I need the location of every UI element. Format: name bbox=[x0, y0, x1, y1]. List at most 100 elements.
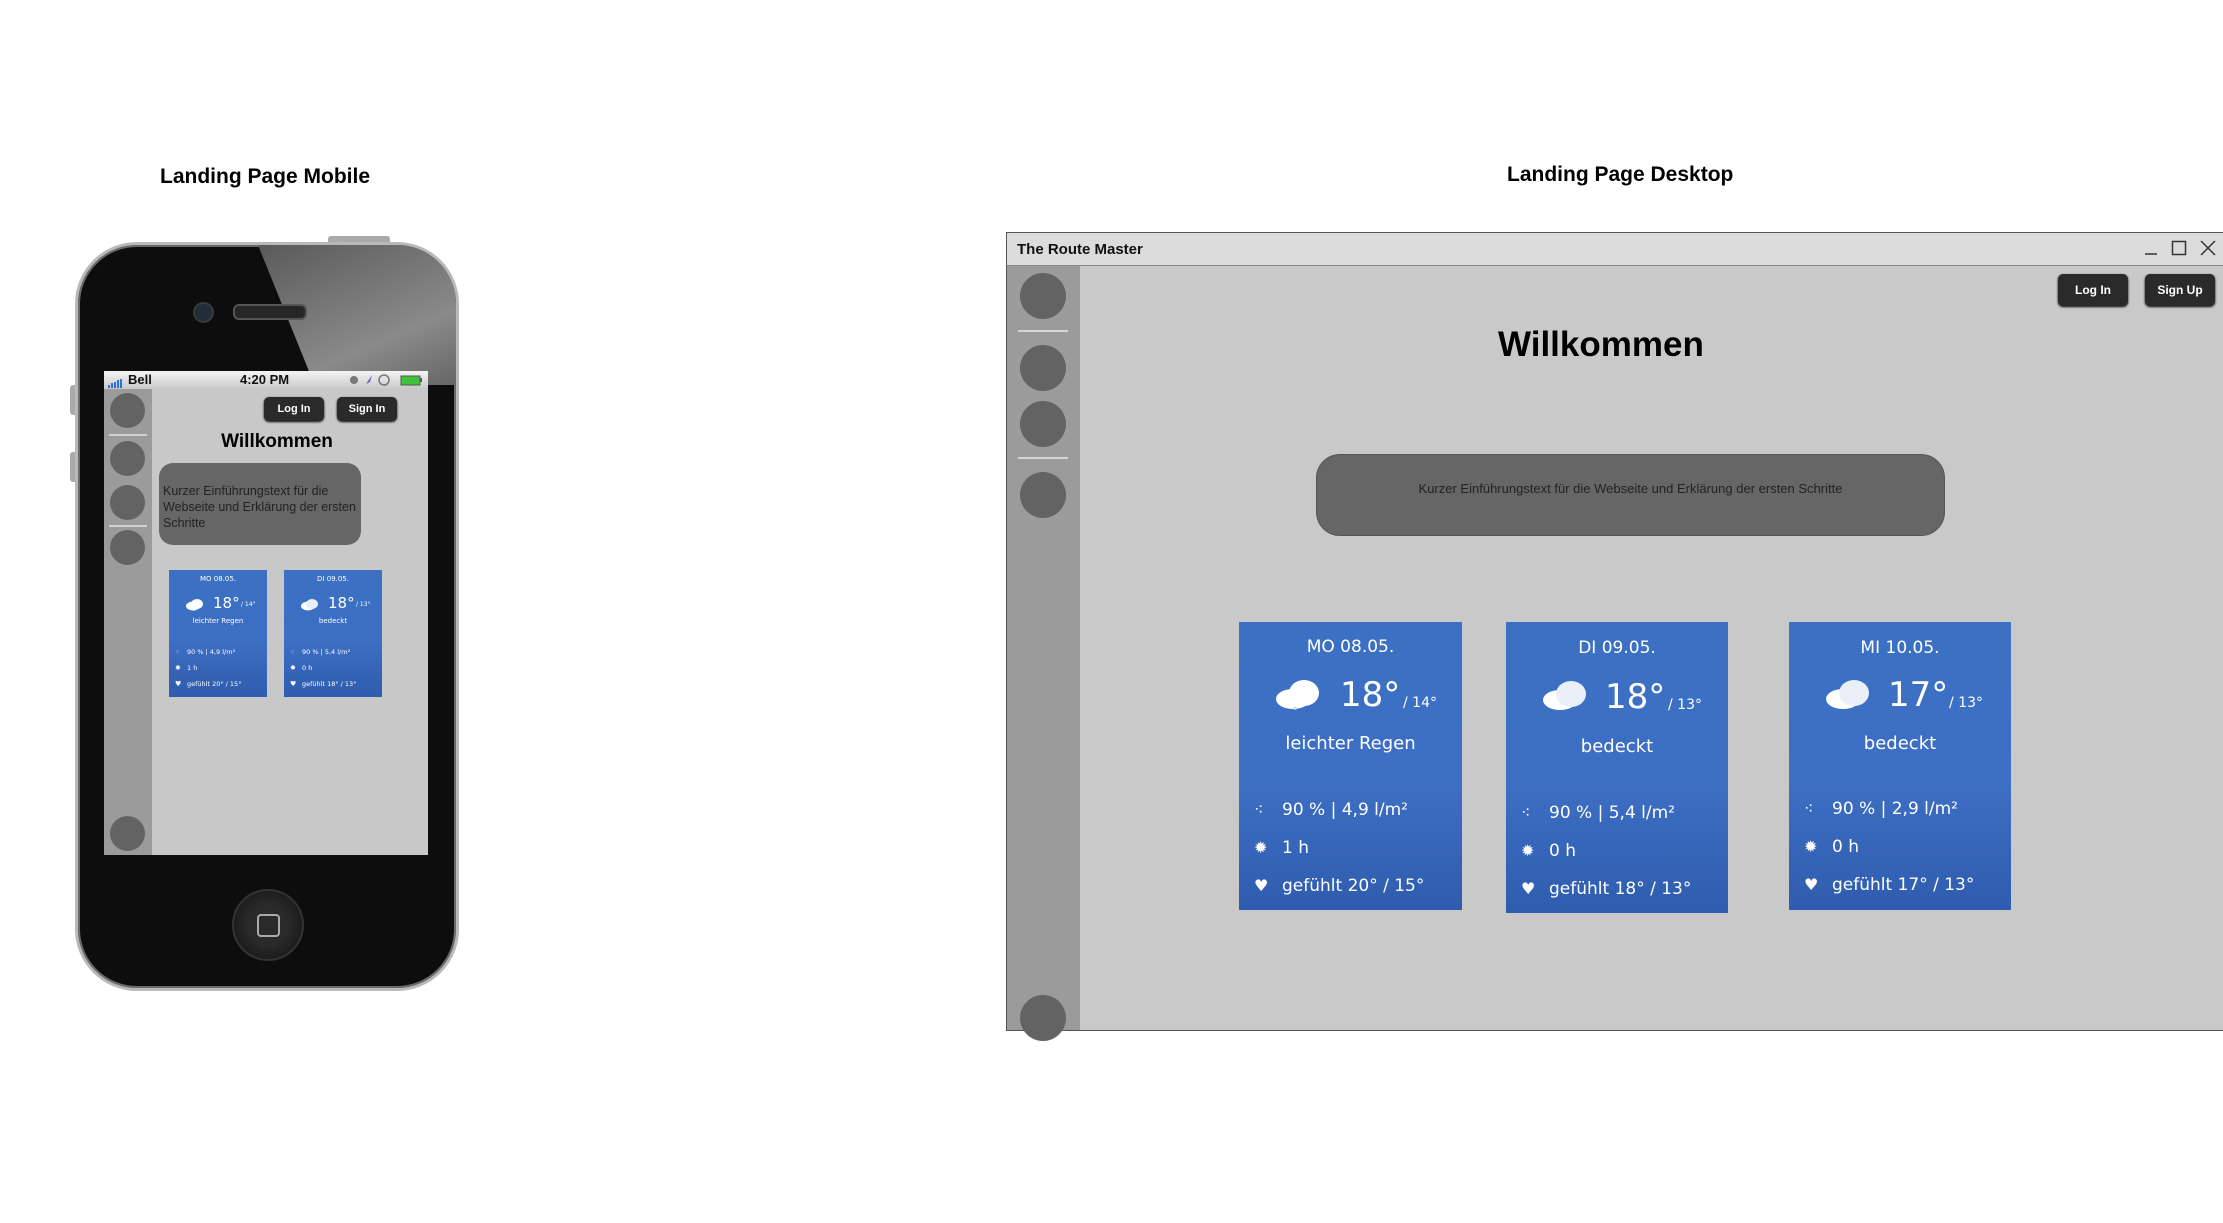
weather-card: MO 08.05. 18° / 14° leichter Regen ⁖ 90 … bbox=[1239, 622, 1462, 910]
sidebar-divider bbox=[109, 525, 147, 527]
card-condition: leichter Regen bbox=[1285, 733, 1416, 754]
sidebar-nav-button-4[interactable] bbox=[1020, 472, 1066, 518]
welcome-title: Willkommen bbox=[1498, 325, 1704, 364]
card-sun-hours: 1 h bbox=[187, 664, 198, 672]
card-sun-hours: 0 h bbox=[1832, 837, 1859, 857]
mobile-screen: Bell 4:20 PM Log In Sign In Willkommen K… bbox=[104, 371, 428, 855]
home-button[interactable] bbox=[232, 889, 304, 961]
card-condition: leichter Regen bbox=[192, 617, 244, 625]
signin-button[interactable]: Sign In bbox=[337, 397, 397, 421]
camera-icon bbox=[193, 302, 214, 323]
raindrops-icon: ⁖ bbox=[1804, 799, 1814, 818]
card-feels-like: gefühlt 17° / 13° bbox=[1832, 875, 1975, 895]
card-rain: 90 % | 4,9 l/m² bbox=[187, 648, 236, 656]
window-title: The Route Master bbox=[1017, 241, 1143, 258]
heart-icon: ♥ bbox=[290, 680, 297, 688]
card-day: DI 09.05. bbox=[317, 575, 349, 583]
card-low-temp: / 13° bbox=[1949, 695, 1983, 711]
card-feels-like: gefühlt 18° / 13° bbox=[1549, 879, 1692, 899]
raindrops-icon: ⁖ bbox=[290, 648, 295, 656]
heart-icon: ♥ bbox=[1521, 879, 1536, 898]
desktop-mockup-heading: Landing Page Desktop bbox=[1507, 163, 1734, 186]
card-temp: 18° bbox=[1340, 675, 1401, 715]
weather-card: MI 10.05. 17° / 13° bedeckt ⁖ 90 % | 2,9… bbox=[1789, 622, 2011, 910]
card-feels-like: gefühlt 18° / 13° bbox=[302, 680, 357, 688]
card-condition: bedeckt bbox=[318, 617, 348, 625]
maximize-icon[interactable] bbox=[2170, 239, 2188, 257]
sidebar-nav-button-1[interactable] bbox=[110, 393, 145, 428]
intro-text-box: Kurzer Einführungstext für die Webseite … bbox=[1316, 454, 1945, 536]
sidebar-divider bbox=[1018, 457, 1068, 459]
card-feels-like: gefühlt 20° / 15° bbox=[1282, 876, 1425, 896]
sun-icon: ✹ bbox=[1521, 841, 1535, 860]
speaker-grille bbox=[233, 304, 307, 320]
raindrops-icon: ⁖ bbox=[1254, 800, 1264, 819]
intro-text: Kurzer Einführungstext für die Webseite … bbox=[1418, 481, 1843, 496]
heart-icon: ♥ bbox=[1804, 875, 1819, 894]
weather-card: MO 08.05. 18° / 14° leichter Regen ⁖ 90 … bbox=[169, 570, 267, 697]
sidebar-nav-button-3[interactable] bbox=[110, 485, 145, 520]
sun-icon: ✹ bbox=[175, 664, 181, 672]
desktop-sidebar bbox=[1007, 266, 1080, 1041]
card-day: MI 10.05. bbox=[1860, 638, 1940, 658]
login-button[interactable]: Log In bbox=[2058, 274, 2128, 306]
sidebar-nav-button-2[interactable] bbox=[1020, 345, 1066, 391]
sun-icon: ✹ bbox=[1254, 838, 1268, 857]
card-sun-hours: 0 h bbox=[1549, 841, 1576, 861]
sun-icon: ✹ bbox=[290, 664, 296, 672]
cloud-rain-icon bbox=[185, 596, 205, 615]
intro-text-box: Kurzer Einführungstext für die Webseite … bbox=[159, 463, 361, 545]
card-low-temp: / 13° bbox=[1668, 697, 1702, 713]
card-low-temp: / 14° bbox=[1403, 695, 1437, 711]
card-feels-like: gefühlt 20° / 15° bbox=[187, 680, 242, 688]
card-temp: 18° bbox=[1605, 677, 1666, 717]
card-condition: bedeckt bbox=[1580, 736, 1654, 757]
card-low-temp: / 13° bbox=[356, 601, 371, 608]
sidebar-nav-button-bottom[interactable] bbox=[110, 816, 145, 851]
card-rain: 90 % | 5,4 l/m² bbox=[1549, 803, 1675, 823]
welcome-title: Willkommen bbox=[221, 431, 333, 452]
card-condition: bedeckt bbox=[1863, 733, 1937, 754]
cloud-rain-icon bbox=[1275, 677, 1323, 715]
card-temp: 18° bbox=[213, 594, 240, 612]
status-icons bbox=[349, 374, 424, 386]
close-icon[interactable] bbox=[2199, 239, 2217, 257]
weather-card: DI 09.05. 18° / 13° bedeckt ⁖ 90 % | 5,4… bbox=[284, 570, 382, 697]
status-bar: Bell 4:20 PM bbox=[104, 371, 428, 389]
signup-button[interactable]: Sign Up bbox=[2145, 274, 2215, 306]
sidebar-nav-button-4[interactable] bbox=[110, 530, 145, 565]
card-sun-hours: 0 h bbox=[302, 664, 313, 672]
card-day: MO 08.05. bbox=[1306, 637, 1395, 657]
minimize-icon[interactable] bbox=[2142, 239, 2160, 257]
cloud-icon bbox=[1542, 678, 1590, 716]
login-button[interactable]: Log In bbox=[264, 397, 324, 421]
signal-icon bbox=[108, 376, 126, 388]
sidebar-nav-button-bottom[interactable] bbox=[1020, 995, 1066, 1041]
card-day: DI 09.05. bbox=[1578, 638, 1656, 658]
mobile-mockup-heading: Landing Page Mobile bbox=[160, 165, 371, 188]
cloud-icon bbox=[300, 596, 320, 615]
clock-label: 4:20 PM bbox=[240, 372, 290, 387]
sidebar-divider bbox=[1018, 330, 1068, 332]
carrier-label: Bell bbox=[128, 372, 152, 387]
sidebar-nav-button-1[interactable] bbox=[1020, 273, 1066, 319]
card-rain: 90 % | 4,9 l/m² bbox=[1282, 800, 1408, 820]
sun-icon: ✹ bbox=[1804, 837, 1818, 856]
card-temp: 17° bbox=[1888, 675, 1949, 715]
raindrops-icon: ⁖ bbox=[175, 648, 180, 656]
card-day: MO 08.05. bbox=[199, 575, 237, 583]
weather-card: DI 09.05. 18° / 13° bedeckt ⁖ 90 % | 5,4… bbox=[1506, 622, 1728, 913]
card-rain: 90 % | 2,9 l/m² bbox=[1832, 799, 1958, 819]
card-sun-hours: 1 h bbox=[1282, 838, 1309, 858]
desktop-window: The Route Master Log In Sign Up Willkomm… bbox=[1006, 232, 2223, 1041]
card-low-temp: / 14° bbox=[241, 601, 256, 608]
intro-text: Kurzer Einführungstext für die Webseite … bbox=[163, 484, 356, 530]
window-titlebar: The Route Master bbox=[1007, 233, 2223, 266]
card-rain: 90 % | 5,4 l/m² bbox=[302, 648, 351, 656]
sidebar-nav-button-3[interactable] bbox=[1020, 401, 1066, 447]
heart-icon: ♥ bbox=[175, 680, 182, 688]
cloud-icon bbox=[1825, 677, 1873, 715]
raindrops-icon: ⁖ bbox=[1521, 803, 1531, 822]
mobile-sidebar bbox=[104, 389, 152, 855]
card-temp: 18° bbox=[328, 594, 355, 612]
